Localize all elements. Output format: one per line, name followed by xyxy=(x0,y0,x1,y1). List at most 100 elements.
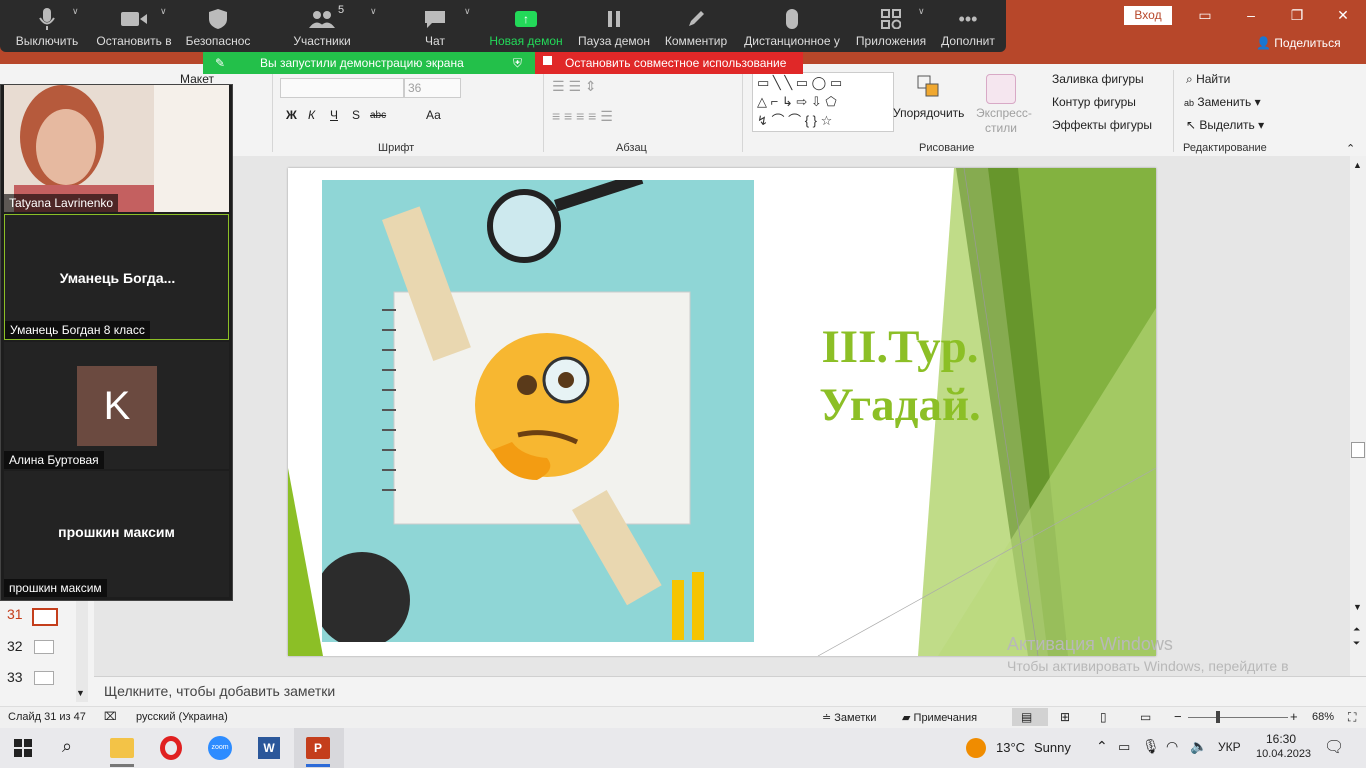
reading-view-icon[interactable]: ▯ xyxy=(1100,710,1107,724)
zoom-slider[interactable] xyxy=(1188,717,1288,718)
new-share-button[interactable]: ↑ Новая демон xyxy=(487,0,565,52)
pin-icon[interactable]: ✎ xyxy=(215,56,225,70)
chat-button[interactable]: Чат ∨ xyxy=(414,0,471,52)
participants-button[interactable]: Участники 5 ∨ xyxy=(286,0,376,52)
minimize-icon[interactable]: – xyxy=(1236,4,1266,26)
editing-group-label: Редактирование xyxy=(1183,142,1267,154)
spellcheck-icon[interactable]: ⌧ xyxy=(104,710,117,723)
cursor-icon: ↖ xyxy=(1186,118,1197,132)
speaker-icon[interactable]: 🔈 xyxy=(1190,738,1207,755)
chevron-down-icon[interactable]: ∨ xyxy=(370,6,377,17)
zoom-level[interactable]: 68% xyxy=(1312,711,1334,723)
word-icon[interactable]: W xyxy=(258,737,280,759)
mute-button[interactable]: Выключить ∨ xyxy=(10,0,84,52)
zoom-app-icon[interactable]: zoom xyxy=(208,736,232,760)
share-button[interactable]: 👤 Поделиться xyxy=(1256,36,1341,50)
align-icons[interactable]: ≡ ≡ ≡ ≡ ☰ xyxy=(552,108,613,125)
font-family-select[interactable] xyxy=(280,78,404,98)
slideshow-icon[interactable]: ▭ xyxy=(1140,710,1151,724)
comments-toggle-button[interactable]: ▰ Примечания xyxy=(902,711,977,724)
weather-temp[interactable]: 13°C xyxy=(996,740,1025,755)
security-button[interactable]: Безопаснос xyxy=(182,0,254,52)
sun-weather-icon[interactable] xyxy=(966,738,986,758)
windows-start-icon[interactable] xyxy=(14,739,32,760)
scroll-thumb[interactable] xyxy=(1351,442,1365,458)
apps-button[interactable]: Приложения ∨ xyxy=(854,0,928,52)
restore-icon[interactable]: ❐ xyxy=(1282,4,1312,26)
remote-control-button[interactable]: Дистанционное у xyxy=(742,0,842,52)
file-explorer-icon[interactable] xyxy=(110,738,134,758)
chevron-down-icon[interactable]: ∨ xyxy=(918,6,925,17)
chevron-down-icon[interactable]: ∨ xyxy=(464,6,471,17)
notes-toggle-button[interactable]: ≐ Заметки xyxy=(822,711,876,724)
ribbon-display-icon[interactable]: ▭ xyxy=(1190,4,1220,26)
clock-date[interactable]: 10.04.2023 xyxy=(1256,748,1311,760)
prev-slide-icon[interactable]: ⏶ xyxy=(1353,624,1360,635)
stop-share-button[interactable]: Остановить совместное использование xyxy=(535,52,803,74)
shape-fill-button[interactable]: Заливка фигуры xyxy=(1052,72,1144,86)
chevron-down-icon[interactable]: ∨ xyxy=(72,6,79,17)
slide-thumbnail[interactable] xyxy=(34,640,54,654)
login-button[interactable]: Вход xyxy=(1124,6,1172,25)
zoom-out-button[interactable]: − xyxy=(1174,709,1182,724)
video-camera-icon xyxy=(120,7,148,31)
scroll-down-icon[interactable]: ▼ xyxy=(76,688,85,698)
search-icon[interactable]: ⌕ xyxy=(62,736,72,757)
chevron-up-icon[interactable]: ⌃ xyxy=(1096,738,1108,755)
collapse-ribbon-icon[interactable]: ⌃ xyxy=(1346,142,1355,155)
strikethrough-button[interactable]: abc xyxy=(370,110,386,121)
replace-button[interactable]: ab Заменить ▾ xyxy=(1184,95,1261,109)
notifications-icon[interactable]: 🗨 xyxy=(1324,737,1344,757)
chat-icon xyxy=(424,7,446,31)
express-styles-icon xyxy=(986,74,1016,104)
fit-to-window-icon[interactable]: ⛶ xyxy=(1348,710,1356,725)
shadow-button[interactable]: S xyxy=(352,108,360,122)
bold-button[interactable]: Ж xyxy=(286,108,297,122)
pause-share-button[interactable]: Пауза демон xyxy=(576,0,652,52)
notes-icon: ≐ xyxy=(822,712,832,724)
zoom-in-button[interactable]: + xyxy=(1290,709,1298,724)
participant-tile[interactable]: прошкин максим прошкин максим xyxy=(4,471,229,597)
participant-tile[interactable]: K Алина Буртовая xyxy=(4,342,229,469)
slide-title[interactable]: III.Тур. Угадай. xyxy=(800,318,1000,434)
shape-effects-button[interactable]: Эффекты фигуры xyxy=(1052,118,1152,132)
workspace-scrollbar[interactable]: ▲ ▼ ⏶ ⏷ xyxy=(1350,156,1366,676)
stop-video-button[interactable]: Остановить в ∨ xyxy=(94,0,174,52)
shapes-gallery[interactable]: ▭ ╲ ╲ ▭ ◯ ▭ △ ⌐ ↳ ⇨ ⇩ ⬠ ↯ ⌒ ⌒ { } ☆ xyxy=(752,72,894,132)
find-button[interactable]: ⌕ Найти xyxy=(1186,72,1230,87)
scroll-down-icon[interactable]: ▼ xyxy=(1353,602,1362,612)
slide-thumbnail[interactable] xyxy=(32,608,58,626)
clock-time[interactable]: 16:30 xyxy=(1266,732,1296,746)
microphone-tray-icon[interactable]: 🎙 xyxy=(1142,738,1160,755)
slide-canvas[interactable]: III.Тур. Угадай. xyxy=(288,168,1156,656)
chevron-down-icon[interactable]: ∨ xyxy=(160,6,167,17)
language-indicator[interactable]: русский (Украина) xyxy=(136,711,228,723)
underline-button[interactable]: Ч xyxy=(330,108,338,122)
bullets-icon[interactable]: ☰ ☰ ⇕ xyxy=(552,78,597,95)
scroll-up-icon[interactable]: ▲ xyxy=(1353,160,1362,170)
font-size-select[interactable]: 36 xyxy=(404,78,461,98)
battery-icon[interactable]: ▭ xyxy=(1118,739,1130,755)
change-case-button[interactable]: Аа xyxy=(426,108,441,122)
wifi-icon[interactable]: ◠ xyxy=(1166,738,1178,755)
zoom-slider-thumb[interactable] xyxy=(1216,711,1220,723)
select-button[interactable]: ↖ Выделить ▾ xyxy=(1186,118,1264,132)
arrange-button[interactable]: Упорядочить xyxy=(893,106,964,120)
close-icon[interactable]: ✕ xyxy=(1328,4,1358,26)
weather-desc[interactable]: Sunny xyxy=(1034,740,1071,755)
express-styles-button[interactable]: Экспресс-стили xyxy=(976,106,1032,136)
more-button[interactable]: ••• Дополнит xyxy=(938,0,998,52)
next-slide-icon[interactable]: ⏷ xyxy=(1353,638,1360,649)
participant-name: прошкин максим xyxy=(4,579,107,597)
input-language[interactable]: УКР xyxy=(1218,740,1241,754)
shape-outline-button[interactable]: Контур фигуры xyxy=(1052,95,1136,109)
notes-pane[interactable]: Щелкните, чтобы добавить заметки xyxy=(94,676,1366,707)
annotate-button[interactable]: Комментир xyxy=(662,0,730,52)
slide-thumbnail[interactable] xyxy=(34,671,54,685)
slide-sorter-icon[interactable]: ⊞ xyxy=(1060,710,1070,724)
participant-tile[interactable]: Tatyana Lavrinenko xyxy=(4,85,229,212)
participant-tile-active[interactable]: Уманець Богда... Уманець Богдан 8 класс xyxy=(4,214,229,340)
opera-icon[interactable] xyxy=(160,736,182,760)
slide-photo[interactable] xyxy=(314,172,754,648)
italic-button[interactable]: К xyxy=(308,108,315,122)
